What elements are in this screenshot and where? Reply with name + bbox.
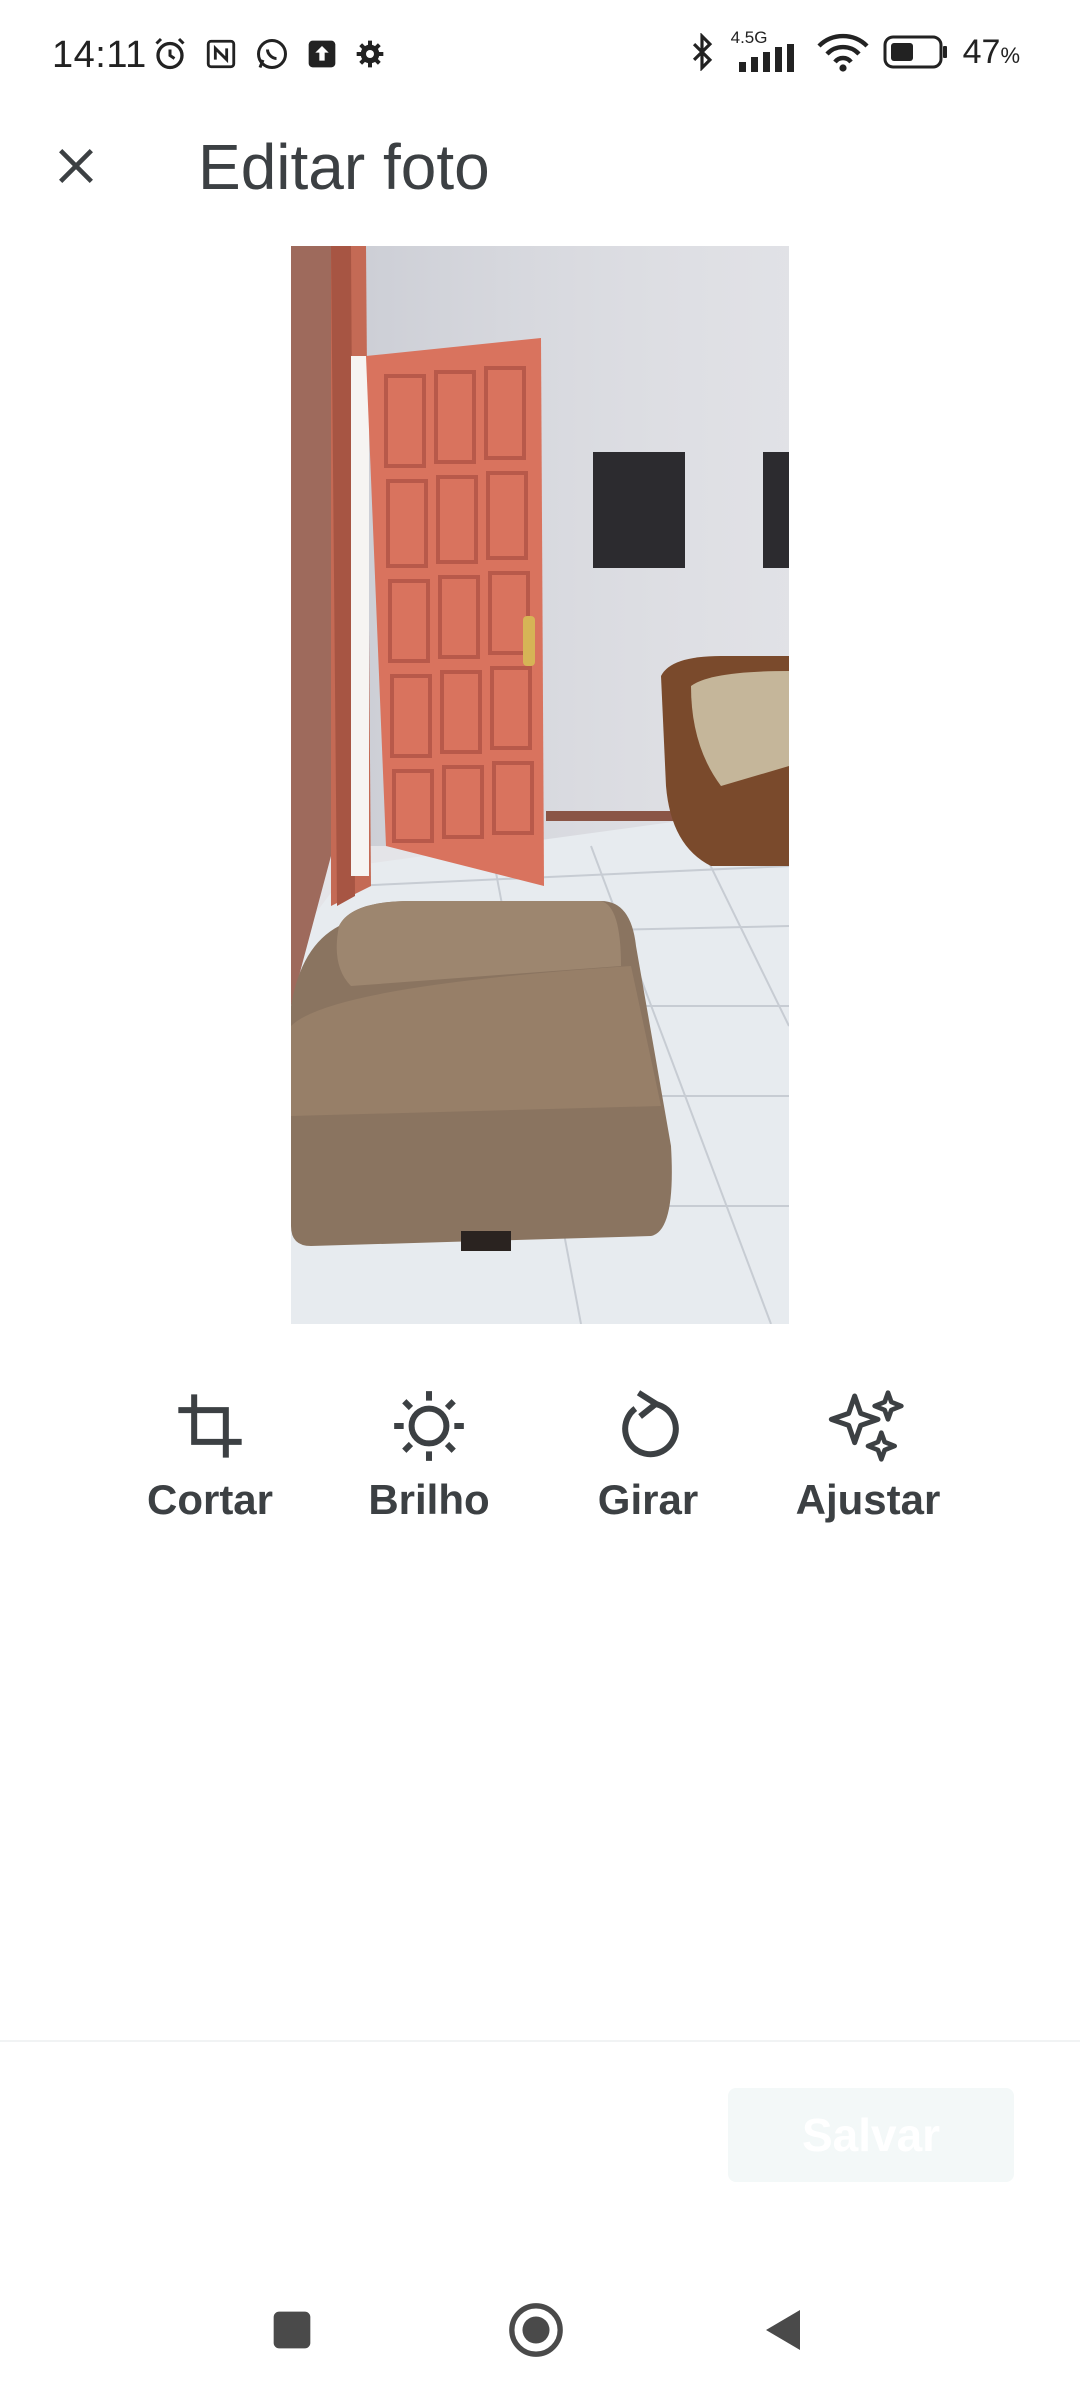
status-icons-left <box>152 36 386 72</box>
home-circle-icon <box>509 2303 563 2357</box>
close-button[interactable] <box>40 130 112 202</box>
battery-icon <box>883 35 947 69</box>
bottom-divider <box>0 2040 1080 2042</box>
recents-square-icon <box>273 2311 311 2349</box>
crop-icon <box>172 1386 248 1466</box>
home-button[interactable] <box>506 2300 566 2360</box>
nfc-icon <box>206 39 236 69</box>
upload-icon <box>308 40 336 68</box>
bluetooth-icon <box>692 33 712 71</box>
system-nav-bar <box>0 2280 1080 2380</box>
rotate-icon <box>610 1386 686 1466</box>
status-time: 14:11 <box>52 34 147 76</box>
page-title: Editar foto <box>198 131 490 203</box>
alarm-icon <box>155 37 185 70</box>
battery-percent: 47% <box>962 32 1020 71</box>
sparkle-icon <box>828 1386 908 1466</box>
status-bar: 14:11 4.5G 47% <box>0 0 1080 110</box>
wifi-icon <box>817 33 869 72</box>
edit-tools: Cortar Brilho Girar Ajustar <box>0 1386 1080 1546</box>
tool-brightness[interactable]: Brilho <box>329 1386 529 1546</box>
brightness-icon <box>391 1386 467 1466</box>
recents-button[interactable] <box>262 2300 322 2360</box>
tool-brightness-label: Brilho <box>368 1476 490 1523</box>
settings-icon <box>356 40 384 68</box>
tool-rotate[interactable]: Girar <box>548 1386 748 1546</box>
photo-preview[interactable] <box>291 246 789 1324</box>
close-icon <box>59 149 93 183</box>
status-icons-right: 4.5G 47% <box>689 28 1020 72</box>
photo-image <box>291 246 789 1324</box>
tool-rotate-label: Girar <box>597 1476 699 1523</box>
back-button[interactable] <box>752 2300 812 2360</box>
tool-crop-label: Cortar <box>146 1476 274 1523</box>
save-button[interactable]: Salvar <box>728 2088 1014 2182</box>
tool-adjust-label: Ajustar <box>795 1476 941 1523</box>
whatsapp-icon <box>257 39 287 69</box>
back-triangle-icon <box>766 2310 800 2350</box>
tool-adjust[interactable]: Ajustar <box>768 1386 968 1546</box>
signal-icon: 4.5G <box>729 28 803 72</box>
tool-crop[interactable]: Cortar <box>110 1386 310 1546</box>
